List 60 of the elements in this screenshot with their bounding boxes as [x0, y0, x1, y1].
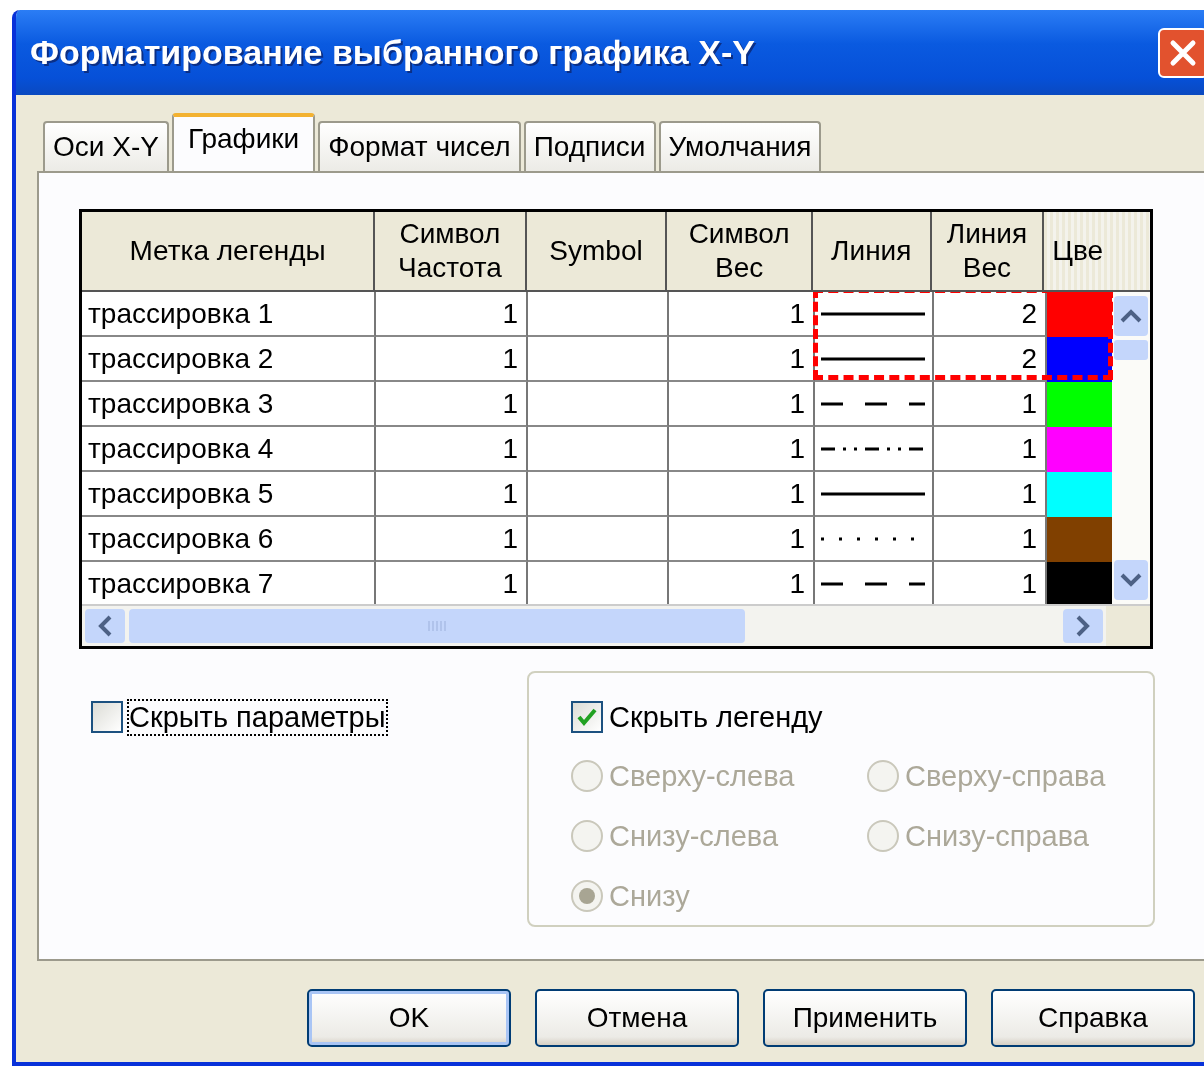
table-cell: трассировка 2 [82, 337, 376, 382]
column-header[interactable]: Symbol [526, 212, 668, 290]
dialog-button[interactable]: OK [307, 989, 511, 1047]
close-icon [1168, 37, 1198, 68]
tab[interactable]: Графики [171, 113, 316, 171]
hide-parameters-checkbox[interactable]: Скрыть параметры [91, 697, 527, 737]
tab[interactable]: Оси X-Y [43, 121, 169, 171]
hide-legend-checkbox[interactable]: Скрыть легенду [571, 697, 1153, 737]
vertical-scrollbar[interactable] [1112, 292, 1150, 604]
table-cell: 1 [376, 472, 528, 517]
horizontal-scrollbar[interactable] [82, 606, 1106, 646]
chevron-up-icon [1119, 308, 1143, 324]
table-cell: трассировка 5 [82, 472, 376, 517]
table-cell: 1 [669, 517, 815, 562]
chevron-left-icon [97, 614, 113, 638]
color-swatch[interactable] [1047, 517, 1112, 562]
table-cell: 1 [669, 427, 815, 472]
column-header[interactable]: Линия [812, 212, 932, 290]
table-cell: трассировка 1 [82, 292, 376, 337]
check-icon [576, 707, 598, 727]
window-title: Форматирование выбранного графика X-Y [30, 33, 755, 72]
column-header[interactable]: Символ Вес [667, 212, 813, 290]
color-swatch[interactable] [1047, 427, 1112, 472]
chevron-right-icon [1075, 614, 1091, 638]
tab[interactable]: Подписи [523, 121, 656, 171]
scroll-down-button[interactable] [1114, 560, 1148, 600]
close-button[interactable] [1158, 27, 1204, 78]
dialog-button[interactable]: Применить [763, 989, 967, 1047]
column-header[interactable]: Символ Частота [375, 212, 527, 290]
table-cell: 1 [669, 472, 815, 517]
table-cell: 1 [376, 292, 528, 337]
color-swatch[interactable] [1047, 562, 1112, 604]
dialog-button[interactable]: Отмена [535, 989, 739, 1047]
checkbox[interactable] [571, 701, 603, 733]
column-header[interactable]: Метка легенды [82, 212, 376, 290]
table-cell: трассировка 3 [82, 382, 376, 427]
table-cell: 1 [669, 382, 815, 427]
table-cell: 1 [376, 337, 528, 382]
column-header[interactable]: Цве [1044, 212, 1150, 290]
scroll-thumb[interactable] [129, 609, 745, 643]
table-cell: 1 [669, 292, 815, 337]
color-swatch[interactable] [1047, 292, 1112, 337]
scroll-up-button[interactable] [1114, 296, 1148, 336]
table-cell: 1 [376, 427, 528, 472]
table-cell: 1 [669, 337, 815, 382]
table-cell: трассировка 6 [82, 517, 376, 562]
scroll-thumb[interactable] [1114, 340, 1148, 360]
color-swatch[interactable] [1047, 382, 1112, 427]
table-cell: 1 [376, 517, 528, 562]
tab[interactable]: Формат чисел [318, 121, 521, 171]
scroll-right-button[interactable] [1063, 609, 1103, 643]
table-cell: 1 [376, 382, 528, 427]
dialog-button[interactable]: Справка [991, 989, 1195, 1047]
scroll-left-button[interactable] [85, 609, 125, 643]
color-swatch[interactable] [1047, 472, 1112, 517]
chevron-down-icon [1119, 572, 1143, 588]
table-cell: трассировка 4 [82, 427, 376, 472]
checkbox[interactable] [91, 701, 123, 733]
tab[interactable]: Умолчания [658, 121, 822, 171]
scrollbar-corner [1106, 606, 1150, 646]
